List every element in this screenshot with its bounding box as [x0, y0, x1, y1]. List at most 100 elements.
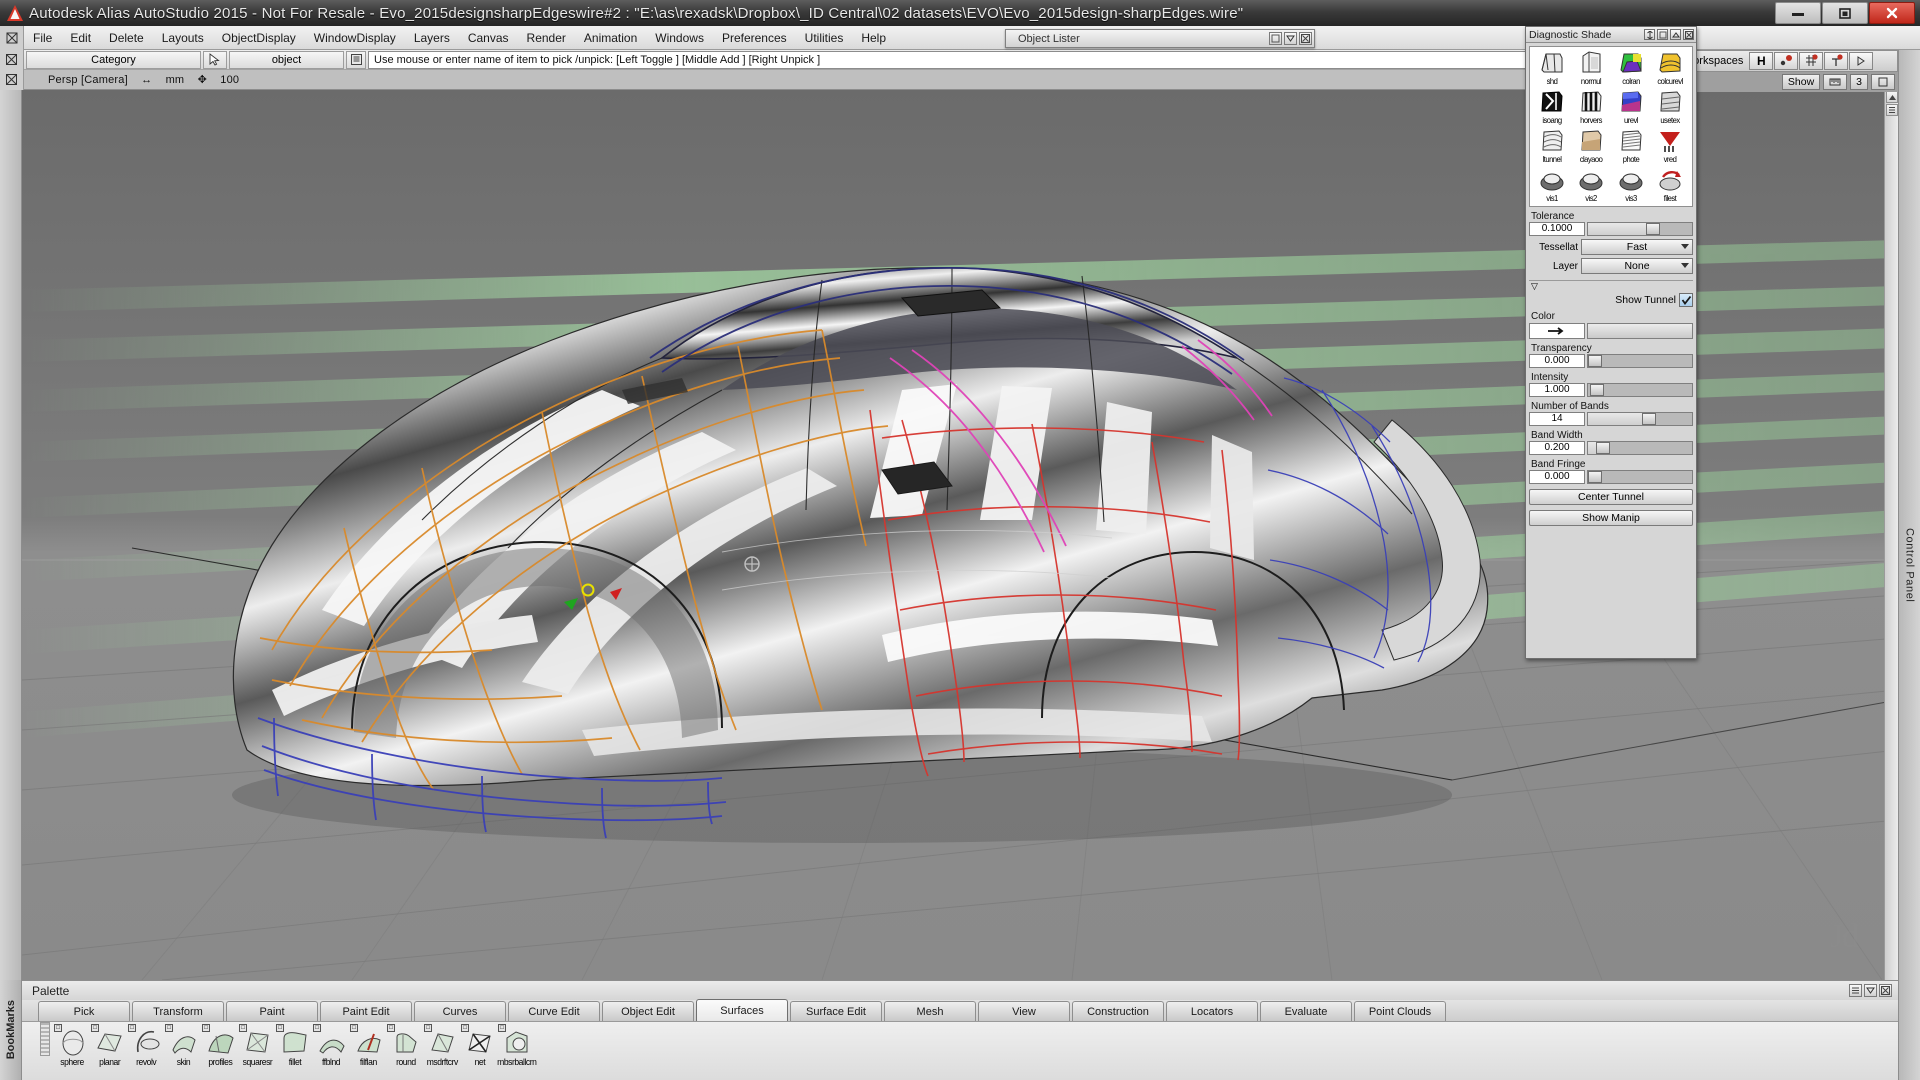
pick-cursor-icon[interactable]	[203, 50, 227, 69]
show-manip-button[interactable]: Show Manip	[1529, 510, 1693, 526]
menu-item-animation[interactable]: Animation	[575, 28, 646, 48]
menu-item-windows[interactable]: Windows	[646, 28, 713, 48]
tool-net[interactable]: □ net	[461, 1024, 498, 1068]
menu-item-file[interactable]: File	[24, 28, 61, 48]
number-of-bands-slider[interactable]	[1587, 412, 1693, 426]
tool-revolv[interactable]: □ revolv	[128, 1024, 165, 1068]
close-icon[interactable]	[1683, 29, 1694, 40]
diag-icon-phote[interactable]	[1612, 128, 1650, 154]
tool-option-box-icon[interactable]: □	[165, 1024, 173, 1032]
tool-option-box-icon[interactable]: □	[313, 1024, 321, 1032]
workspace-h-button[interactable]: H	[1749, 52, 1774, 70]
chevron-right-icon[interactable]	[1849, 52, 1874, 70]
left-rail[interactable]	[0, 90, 22, 980]
menu-item-delete[interactable]: Delete	[100, 28, 153, 48]
tab-object-edit[interactable]: Object Edit	[602, 1001, 694, 1021]
tool-option-box-icon[interactable]: □	[202, 1024, 210, 1032]
restore-button[interactable]	[1822, 2, 1868, 24]
tab-view[interactable]: View	[978, 1001, 1070, 1021]
diag-icon-urevl[interactable]	[1612, 89, 1650, 115]
tolerance-value[interactable]: 0.1000	[1529, 222, 1585, 236]
view-rail-icon[interactable]	[0, 69, 24, 90]
diag-icon-horvers[interactable]	[1572, 89, 1610, 115]
tool-planar[interactable]: □ planar	[91, 1024, 128, 1068]
square-icon[interactable]	[1871, 74, 1895, 90]
tool-option-box-icon[interactable]: □	[387, 1024, 395, 1032]
tool-option-box-icon[interactable]: □	[350, 1024, 358, 1032]
diag-icon-colcurevl[interactable]	[1651, 50, 1689, 76]
diag-icon-clayaoo[interactable]	[1572, 128, 1610, 154]
toolstrip-grip[interactable]	[40, 1022, 50, 1056]
tab-pick[interactable]: Pick	[38, 1001, 130, 1021]
color-swatch[interactable]	[1529, 323, 1585, 339]
band-width-value[interactable]: 0.200	[1529, 441, 1585, 455]
menu-rail-icons[interactable]	[0, 25, 24, 50]
tool-option-box-icon[interactable]: □	[239, 1024, 247, 1032]
diag-icon-filest[interactable]	[1651, 167, 1689, 193]
tab-point-clouds[interactable]: Point Clouds	[1354, 1001, 1446, 1021]
tab-transform[interactable]: Transform	[132, 1001, 224, 1021]
diag-icon-normul[interactable]	[1572, 50, 1610, 76]
tab-surface-edit[interactable]: Surface Edit	[790, 1001, 882, 1021]
tool-option-box-icon[interactable]: □	[424, 1024, 432, 1032]
tool-msdrftcrv[interactable]: □ msdrftcrv	[424, 1024, 461, 1068]
prompt-icon[interactable]	[346, 50, 366, 69]
center-tunnel-button[interactable]: Center Tunnel	[1529, 489, 1693, 505]
dot-red-icon[interactable]	[1774, 52, 1799, 70]
menu-item-windowdisplay[interactable]: WindowDisplay	[305, 28, 405, 48]
diag-icon-isoang[interactable]	[1533, 89, 1571, 115]
chevron-down-icon[interactable]	[1864, 984, 1877, 997]
close-icon[interactable]	[1879, 984, 1892, 997]
tab-surfaces[interactable]: Surfaces	[696, 999, 788, 1021]
menu-item-layouts[interactable]: Layouts	[153, 28, 213, 48]
tab-locators[interactable]: Locators	[1166, 1001, 1258, 1021]
grid-red-icon[interactable]	[1799, 52, 1824, 70]
tessellation-dropdown[interactable]: Fast	[1581, 239, 1693, 255]
diag-icon-usetex[interactable]	[1651, 89, 1689, 115]
diagnostic-shade-titlebar[interactable]: Diagnostic Shade	[1526, 27, 1696, 43]
menu-item-preferences[interactable]: Preferences	[713, 28, 796, 48]
tool-filflan[interactable]: □ filflan	[350, 1024, 387, 1068]
show-button[interactable]: Show	[1781, 74, 1821, 90]
window-icon[interactable]	[1269, 32, 1282, 45]
tool-option-box-icon[interactable]: □	[54, 1024, 62, 1032]
tab-curves[interactable]: Curves	[414, 1001, 506, 1021]
tool-profiles[interactable]: □ profiles	[202, 1024, 239, 1068]
menu-item-objectdisplay[interactable]: ObjectDisplay	[213, 28, 305, 48]
grid-count-button[interactable]: 3	[1850, 74, 1868, 90]
control-panel-rail[interactable]: Control Panel	[1898, 50, 1920, 1080]
transparency-value[interactable]: 0.000	[1529, 354, 1585, 368]
scroll-up-button[interactable]	[1886, 91, 1898, 103]
number-of-bands-value[interactable]: 14	[1529, 412, 1585, 426]
transparency-slider[interactable]	[1587, 354, 1693, 368]
section-collapse-icon[interactable]: ▽	[1529, 282, 1693, 291]
tool-round[interactable]: □ round	[387, 1024, 424, 1068]
tool-fillet[interactable]: □ fillet	[276, 1024, 313, 1068]
tolerance-slider[interactable]	[1587, 222, 1693, 236]
diag-icon-vis2[interactable]	[1572, 167, 1610, 193]
collapse-icon[interactable]	[1670, 29, 1681, 40]
band-width-slider[interactable]	[1587, 441, 1693, 455]
tool-option-box-icon[interactable]: □	[91, 1024, 99, 1032]
menu-item-render[interactable]: Render	[518, 28, 575, 48]
tool-option-box-icon[interactable]: □	[461, 1024, 469, 1032]
color-gradient-bar[interactable]	[1587, 323, 1693, 339]
resize-icon[interactable]	[1644, 29, 1655, 40]
tab-paint-edit[interactable]: Paint Edit	[320, 1001, 412, 1021]
diag-icon-vis3[interactable]	[1612, 167, 1650, 193]
tool-squaresr[interactable]: □ squaresr	[239, 1024, 276, 1068]
diag-icon-colran[interactable]	[1612, 50, 1650, 76]
diag-icon-ltunnel[interactable]	[1533, 128, 1571, 154]
ruler-icon[interactable]	[1823, 74, 1848, 90]
tool-sphere[interactable]: □ sphere	[54, 1024, 91, 1068]
menu-item-edit[interactable]: Edit	[61, 28, 100, 48]
intensity-slider[interactable]	[1587, 383, 1693, 397]
show-tunnel-checkbox[interactable]	[1679, 293, 1693, 307]
menu-item-layers[interactable]: Layers	[405, 28, 459, 48]
close-button[interactable]	[1869, 2, 1915, 24]
tool-skin[interactable]: □ skin	[165, 1024, 202, 1068]
viewport-list-icon[interactable]	[1886, 104, 1898, 116]
object-field[interactable]: object	[229, 50, 344, 69]
tab-construction[interactable]: Construction	[1072, 1001, 1164, 1021]
menu-item-help[interactable]: Help	[852, 28, 895, 48]
